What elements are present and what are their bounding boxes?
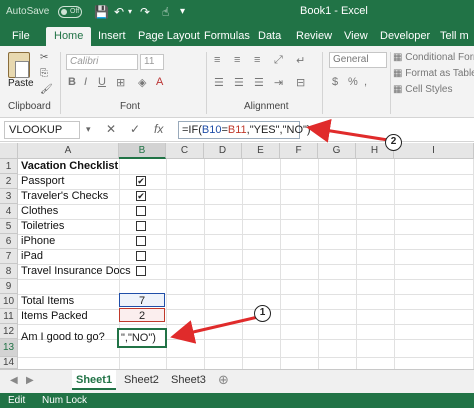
sheet-tab-sheet1[interactable]: Sheet1	[72, 370, 117, 390]
status-bar: Edit Num Lock	[0, 393, 474, 408]
status-numlock: Num Lock	[42, 395, 88, 406]
status-mode: Edit	[8, 395, 26, 406]
annotation-arrows	[170, 118, 389, 344]
callout-2: 2	[385, 134, 402, 151]
add-sheet-icon[interactable]: ⊕	[218, 372, 229, 388]
sheet-tab-sheet3[interactable]: Sheet3	[167, 370, 210, 390]
sheet-tab-sheet2[interactable]: Sheet2	[120, 370, 163, 390]
arrow-1	[170, 315, 259, 344]
sheet-prev-icon[interactable]: ◀	[10, 375, 18, 386]
sheet-next-icon[interactable]: ▶	[26, 375, 34, 386]
sheet-tab-bar: ◀ ▶ Sheet1 Sheet2 Sheet3 ⊕	[0, 369, 474, 393]
arrow-2	[306, 118, 389, 143]
callout-1: 1	[254, 305, 271, 322]
